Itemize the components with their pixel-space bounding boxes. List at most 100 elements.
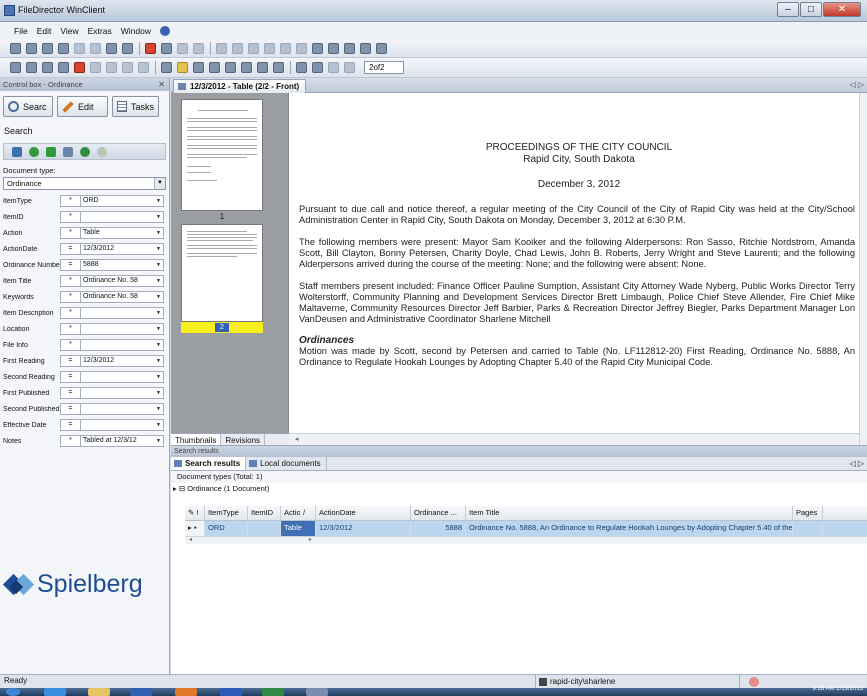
column-header[interactable]: Action [281,506,300,520]
mail-icon[interactable] [122,42,133,54]
chevron-down-icon[interactable]: ▼ [154,228,163,238]
field-value-input[interactable]: Tabled at 12/3/12 ▼ [80,435,164,447]
menu-window[interactable]: Window [121,26,151,36]
page-icon[interactable] [273,62,284,73]
refresh-icon[interactable] [80,146,90,157]
field-value-input[interactable]: ORD ▼ [80,195,164,207]
field-value-input[interactable]: 12/3/2012 ▼ [80,243,164,255]
field-operator[interactable]: * [60,195,80,207]
fit-page-icon[interactable] [161,62,172,73]
tab-search-results[interactable]: Search results [171,457,247,470]
tasks-button[interactable]: Tasks [112,96,159,117]
column-header[interactable]: Ordinance ... [411,506,466,520]
copy-document-icon[interactable] [328,42,339,54]
field-operator[interactable]: = [60,259,80,271]
field-operator[interactable]: * [60,275,80,287]
app-taskbar-icon[interactable] [130,688,152,696]
field-operator[interactable]: * [60,435,80,447]
cut-icon[interactable] [161,42,172,54]
group-row[interactable]: ▸ ⊟ Ordinance (1 Document) [171,483,867,495]
field-value-input[interactable]: ▼ [80,211,164,223]
table-row[interactable]: ▸ ▪ ORD Table 12/3/2012 5888 Ordinance N… [185,521,867,536]
column-header[interactable]: ItemID [248,506,281,520]
chevron-down-icon[interactable]: ▼ [154,388,163,398]
link-icon[interactable] [376,42,387,54]
word-icon[interactable] [220,688,242,696]
document-tab[interactable]: 12/3/2012 - Table (2/2 - Front) [173,79,307,93]
field-operator[interactable]: * [60,323,80,335]
save-icon[interactable] [58,42,69,54]
document-icon[interactable] [360,42,371,54]
chevron-down-icon[interactable]: ▼ [154,276,163,286]
column-header[interactable]: ActionDate [316,506,411,520]
field-operator[interactable]: * [60,211,80,223]
field-operator[interactable]: * [60,291,80,303]
chevron-down-icon[interactable]: ▼ [154,420,163,430]
doctype-select[interactable]: Ordinance ▼ [3,177,166,190]
document-icon[interactable] [63,146,73,157]
clock-date[interactable]: 2/19/2013 [836,686,863,692]
thumbnail-page-1[interactable] [181,99,263,211]
add-icon[interactable] [46,146,56,157]
field-operator[interactable]: * [60,339,80,351]
outlook-icon[interactable] [175,688,197,696]
field-value-input[interactable]: Ordinance No. 58 ▼ [80,275,164,287]
field-value-input[interactable]: 12/3/2012 ▼ [80,355,164,367]
chevron-down-icon[interactable]: ▼ [154,372,163,382]
chevron-down-icon[interactable]: ▼ [154,196,163,206]
field-value-input[interactable]: ▼ [80,339,164,351]
edit-button[interactable]: Edit [57,96,108,117]
scan-icon[interactable] [10,42,21,54]
open-icon[interactable] [42,42,53,54]
thumbnail-page-2[interactable] [181,224,263,322]
monitor-icon[interactable] [312,42,323,54]
field-value-input[interactable]: ▼ [80,419,164,431]
minimize-button[interactable]: – [777,2,799,17]
chevron-down-icon[interactable]: ▼ [154,308,163,318]
tab-nav-arrows[interactable]: ◁ ▷ [849,459,864,468]
chevron-down-icon[interactable]: ▼ [154,212,163,222]
column-header[interactable]: ItemType [205,506,248,520]
chevron-down-icon[interactable]: ▼ [154,404,163,414]
close-icon[interactable]: ✕ [158,78,165,91]
tab-local-documents[interactable]: Local documents [246,457,327,470]
menu-extras[interactable]: Extras [88,26,112,36]
field-value-input[interactable]: ▼ [80,371,164,383]
field-value-input[interactable]: ▼ [80,307,164,319]
tab-nav-arrows[interactable]: ◁ ▷ [849,80,864,89]
help-icon[interactable] [159,25,170,36]
start-icon[interactable] [6,688,20,696]
field-operator[interactable]: = [60,371,80,383]
field-value-input[interactable]: ▼ [80,323,164,335]
page-icon[interactable] [225,62,236,73]
browser-icon[interactable] [44,688,66,696]
delete-icon[interactable] [145,42,156,54]
chevron-down-icon[interactable]: ▼ [154,244,163,254]
page-icon[interactable] [209,62,220,73]
excel-icon[interactable] [262,688,284,696]
page-number-field[interactable]: 2of2 [364,61,404,74]
field-operator[interactable]: = [60,355,80,367]
print-icon[interactable] [106,42,117,54]
filedirector-taskbar-icon[interactable] [306,688,328,696]
maximize-button[interactable]: □ [800,2,822,17]
field-value-input[interactable]: ▼ [80,403,164,415]
close-button[interactable]: ✕ [823,2,861,17]
field-operator[interactable]: = [60,403,80,415]
rotate-icon[interactable] [42,62,53,73]
column-header[interactable]: Item Title [466,506,793,520]
pen-icon[interactable] [74,62,85,73]
grid-horizontal-scrollbar[interactable]: ◂ ▸ [185,536,867,544]
field-value-input[interactable]: Table ▼ [80,227,164,239]
field-value-input[interactable]: 5888 ▼ [80,259,164,271]
menu-edit[interactable]: Edit [37,26,52,36]
previous-page-icon[interactable] [312,62,323,73]
import-icon[interactable] [26,42,37,54]
field-operator[interactable]: * [60,307,80,319]
chevron-down-icon[interactable]: ▼ [154,436,163,446]
chevron-down-icon[interactable]: ▼ [154,292,163,302]
page-icon[interactable] [241,62,252,73]
vertical-scrollbar[interactable] [859,93,867,446]
arrow-icon[interactable] [58,62,69,73]
first-page-icon[interactable] [296,62,307,73]
